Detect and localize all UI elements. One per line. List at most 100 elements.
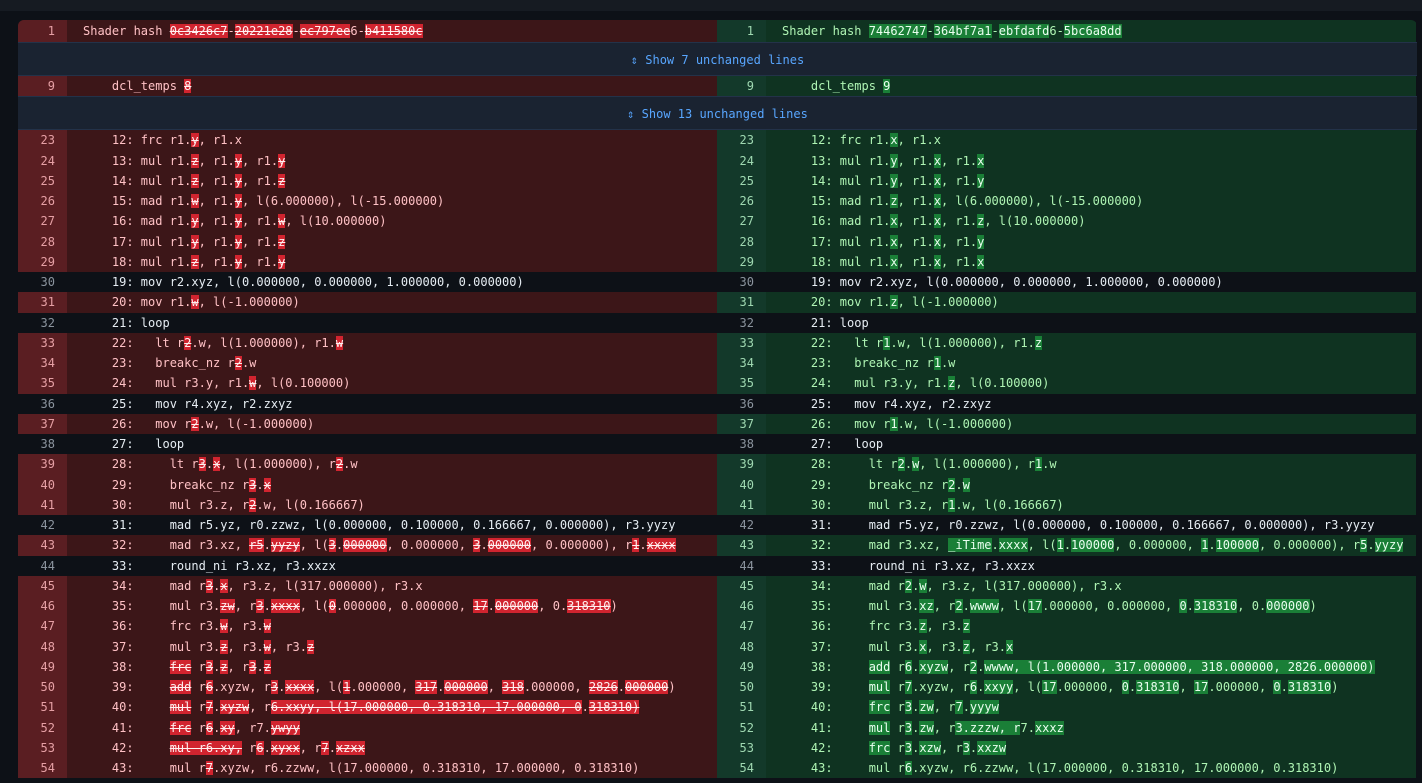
line-number[interactable]: 39 <box>18 454 67 475</box>
line-number[interactable]: 26 <box>717 191 766 212</box>
line-number[interactable]: 53 <box>18 737 67 758</box>
left-pane-line: 39 28: lt r3.x, l(1.000000), r2.w <box>18 454 717 475</box>
line-number[interactable]: 23 <box>717 130 766 151</box>
line-number[interactable]: 34 <box>18 353 67 374</box>
split-diff-view: 1 Shader hash 0c3426c7-20221e28-ec797ee6… <box>18 20 1417 779</box>
line-number[interactable]: 54 <box>18 758 67 779</box>
code-line: 20: mov r1.w, l(-1.000000) <box>83 295 300 310</box>
line-number[interactable]: 51 <box>18 697 67 718</box>
diff-row: 43 32: mad r3.xz, r5.yyzy, l(3.000000, 0… <box>18 535 1417 556</box>
line-number[interactable]: 1 <box>717 20 766 42</box>
line-number[interactable]: 30 <box>717 272 766 293</box>
line-number[interactable]: 40 <box>717 474 766 495</box>
line-number[interactable]: 48 <box>717 636 766 657</box>
line-number[interactable]: 47 <box>18 616 67 637</box>
line-number[interactable]: 38 <box>18 434 67 455</box>
line-number[interactable]: 33 <box>717 332 766 353</box>
diff-row: 39 28: lt r3.x, l(1.000000), r2.w 39 28: … <box>18 454 1417 475</box>
line-number[interactable]: 32 <box>717 312 766 333</box>
line-number[interactable]: 43 <box>717 535 766 556</box>
line-number[interactable]: 43 <box>18 535 67 556</box>
left-pane-line: 25 14: mul r1.z, r1.y, r1.z <box>18 170 717 191</box>
code-line: 42: frc r3.xzw, r3.xxzw <box>782 740 1007 755</box>
line-number[interactable]: 23 <box>18 130 67 151</box>
code-line: Shader hash 0c3426c7-20221e28-ec797ee6-b… <box>83 24 423 38</box>
line-number[interactable]: 31 <box>717 292 766 313</box>
left-pane-line: 9 dcl_temps 8 <box>18 76 717 97</box>
line-number[interactable]: 37 <box>717 413 766 434</box>
line-number[interactable]: 44 <box>717 555 766 576</box>
line-number[interactable]: 35 <box>717 373 766 394</box>
line-number[interactable]: 9 <box>717 76 766 97</box>
line-number[interactable]: 38 <box>717 434 766 455</box>
line-number[interactable]: 41 <box>717 494 766 515</box>
line-number[interactable]: 49 <box>18 656 67 677</box>
right-pane-line: 25 14: mul r1.y, r1.x, r1.y <box>717 170 1416 191</box>
line-number[interactable]: 31 <box>18 292 67 313</box>
line-number[interactable]: 52 <box>18 717 67 738</box>
code-line: 43: mul r7.xyzw, r6.zzww, l(17.000000, 0… <box>83 761 640 775</box>
line-number[interactable]: 50 <box>18 677 67 698</box>
left-pane-line: 26 15: mad r1.w, r1.y, l(6.000000), l(-1… <box>18 191 717 212</box>
code-line: 21: loop <box>83 315 170 330</box>
line-number[interactable]: 36 <box>18 393 67 414</box>
code-line: 39: mul r7.xyzw, r6.xxyy, l(17.000000, 0… <box>782 680 1339 694</box>
line-number[interactable]: 37 <box>18 413 67 434</box>
code-line: dcl_temps 9 <box>782 79 891 93</box>
diff-row: 23 12: frc r1.y, r1.x 23 12: frc r1.x, r1… <box>18 130 1417 151</box>
line-number[interactable]: 25 <box>18 170 67 191</box>
code-line: 38: frc r3.z, r3.z <box>83 659 271 674</box>
line-number[interactable]: 45 <box>18 575 67 596</box>
diff-row: 30 19: mov r2.xyz, l(0.000000, 0.000000,… <box>18 272 1417 293</box>
line-number[interactable]: 28 <box>18 231 67 252</box>
line-number[interactable]: 51 <box>717 697 766 718</box>
line-number[interactable]: 25 <box>717 170 766 191</box>
line-number[interactable]: 33 <box>18 332 67 353</box>
line-number[interactable]: 41 <box>18 494 67 515</box>
line-number[interactable]: 32 <box>18 312 67 333</box>
code-line: 17: mul r1.y, r1.y, r1.z <box>83 234 286 249</box>
line-number[interactable]: 48 <box>18 636 67 657</box>
line-number[interactable]: 52 <box>717 717 766 738</box>
right-pane-line: 43 32: mad r3.xz, _iTime.xxxx, l(1.10000… <box>717 535 1416 556</box>
line-number[interactable]: 9 <box>18 76 67 97</box>
left-pane-line: 52 41: frc r6.xy, r7.ywyy <box>18 717 717 738</box>
line-number[interactable]: 28 <box>717 231 766 252</box>
line-number[interactable]: 42 <box>717 515 766 536</box>
line-number[interactable]: 40 <box>18 474 67 495</box>
line-number[interactable]: 49 <box>717 656 766 677</box>
line-number[interactable]: 1 <box>18 20 67 42</box>
line-number[interactable]: 34 <box>717 353 766 374</box>
line-number[interactable]: 36 <box>717 393 766 414</box>
line-number[interactable]: 27 <box>18 211 67 232</box>
line-number[interactable]: 46 <box>717 596 766 617</box>
line-number[interactable]: 44 <box>18 555 67 576</box>
line-number[interactable]: 39 <box>717 454 766 475</box>
line-number[interactable]: 29 <box>717 251 766 272</box>
line-number[interactable]: 50 <box>717 677 766 698</box>
line-number[interactable]: 27 <box>717 211 766 232</box>
line-number[interactable]: 24 <box>18 150 67 171</box>
line-number[interactable]: 53 <box>717 737 766 758</box>
line-number[interactable]: 35 <box>18 373 67 394</box>
top-toolbar <box>0 0 1422 11</box>
line-number[interactable]: 46 <box>18 596 67 617</box>
code-line: 40: mul r7.xyzw, r6.xxyy, l(17.000000, 0… <box>83 700 640 715</box>
right-pane-line: 46 35: mul r3.xz, r2.wwww, l(17.000000, … <box>717 596 1416 617</box>
line-number[interactable]: 45 <box>717 575 766 596</box>
right-pane-line: 23 12: frc r1.x, r1.x <box>717 130 1416 151</box>
line-number[interactable]: 30 <box>18 272 67 293</box>
expand-unchanged-lines-button[interactable]: ⇕ Show 13 unchanged lines <box>18 96 1417 131</box>
line-number[interactable]: 47 <box>717 616 766 637</box>
line-number[interactable]: 26 <box>18 191 67 212</box>
expand-label: Show 13 unchanged lines <box>641 107 808 122</box>
line-number[interactable]: 42 <box>18 515 67 536</box>
line-number[interactable]: 29 <box>18 251 67 272</box>
code-line: 34: mad r3.x, r3.z, l(317.000000), r3.x <box>83 578 423 593</box>
left-pane-line: 1 Shader hash 0c3426c7-20221e28-ec797ee6… <box>18 20 717 42</box>
expand-unchanged-lines-button[interactable]: ⇕ Show 7 unchanged lines <box>18 42 1417 76</box>
right-pane-line: 42 31: mad r5.yz, r0.zzwz, l(0.000000, 0… <box>717 515 1416 536</box>
line-number[interactable]: 54 <box>717 758 766 779</box>
code-line: 17: mul r1.x, r1.x, r1.y <box>782 234 985 249</box>
line-number[interactable]: 24 <box>717 150 766 171</box>
